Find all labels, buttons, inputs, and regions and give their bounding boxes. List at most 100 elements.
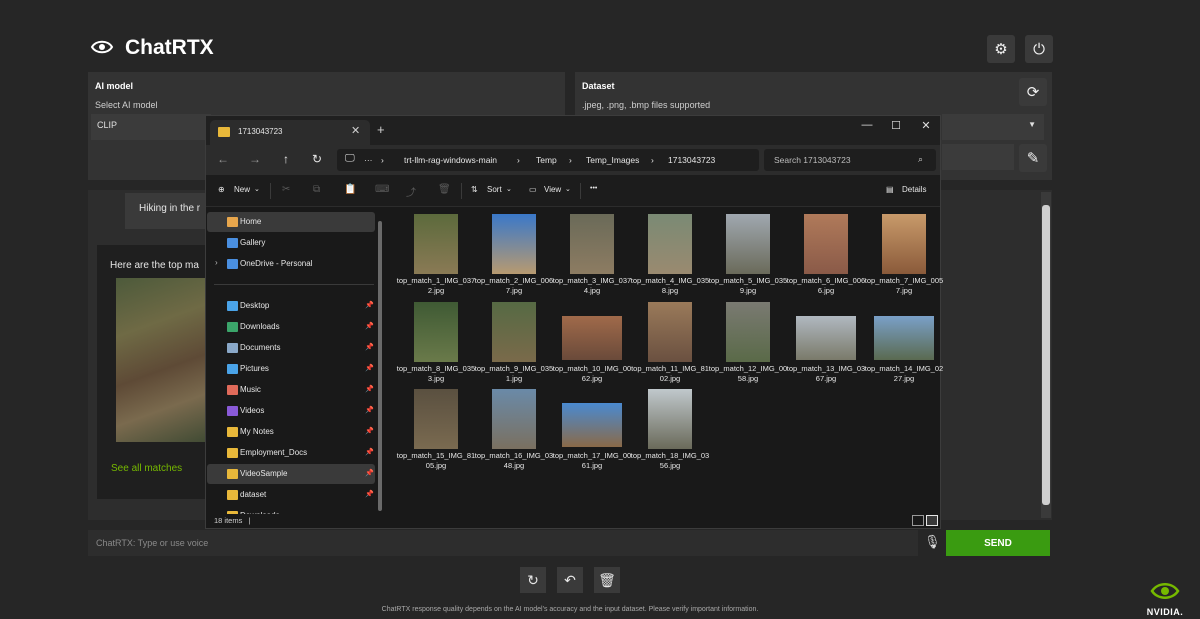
dataset-source-select[interactable]: ▼ <box>942 114 1044 140</box>
close-icon[interactable]: ✕ <box>351 124 360 137</box>
chat-scrollbar-thumb[interactable] <box>1042 205 1050 505</box>
file-name: top_match_8_IMG_0353.jpg <box>396 364 476 383</box>
sidebar-item-music[interactable]: Music 📌 <box>207 380 375 400</box>
sidebar-item-videos[interactable]: Videos 📌 <box>207 401 375 421</box>
see-all-matches-link[interactable]: See all matches <box>111 463 182 474</box>
file-thumbnail[interactable]: top_match_13_IMG_0367.jpg <box>787 302 865 388</box>
settings-button[interactable]: ⚙ <box>987 35 1015 63</box>
copy-icon[interactable]: ⧉ <box>313 184 320 195</box>
sidebar-item-desktop[interactable]: Desktop 📌 <box>207 296 375 316</box>
paste-icon[interactable]: 📋 <box>344 184 356 195</box>
more-options-button[interactable]: ••• <box>590 185 597 192</box>
search-input[interactable]: Search 1713043723 ⌕ <box>764 149 936 171</box>
top-match-preview-image[interactable] <box>116 278 210 442</box>
details-view-toggle-icon[interactable] <box>912 515 924 526</box>
pictures-icon <box>227 364 238 374</box>
file-thumbnail[interactable]: top_match_1_IMG_0372.jpg <box>397 214 475 300</box>
microphone-icon[interactable]: 🎙 <box>924 534 941 552</box>
forward-arrow-icon[interactable]: → <box>246 152 264 168</box>
image-preview <box>882 214 926 274</box>
details-button[interactable]: Details <box>902 185 926 194</box>
dataset-refresh-button[interactable]: ⟳ <box>1019 78 1047 106</box>
file-thumbnail[interactable]: top_match_7_IMG_0057.jpg <box>865 214 943 300</box>
window-close-button[interactable]: ✕ <box>913 119 939 137</box>
dataset-subtitle: .jpeg, .png, .bmp files supported <box>582 100 711 110</box>
file-thumbnail[interactable]: top_match_5_IMG_0359.jpg <box>709 214 787 300</box>
power-button[interactable]: ⏻ <box>1025 35 1053 63</box>
view-button[interactable]: View <box>544 185 561 194</box>
back-arrow-icon[interactable]: ← <box>214 152 232 168</box>
breadcrumb-separator-icon: › <box>517 155 520 165</box>
file-name: top_match_9_IMG_0351.jpg <box>474 364 554 383</box>
file-thumbnail[interactable]: top_match_14_IMG_0227.jpg <box>865 302 943 388</box>
chat-input[interactable]: ChatRTX: Type or use voice <box>88 530 918 556</box>
file-thumbnail[interactable]: top_match_11_IMG_8102.jpg <box>631 302 709 388</box>
file-thumbnail[interactable]: top_match_8_IMG_0353.jpg <box>397 302 475 388</box>
address-bar[interactable]: 🖵 ··· › trt-llm-rag-windows-main › Temp … <box>337 149 759 171</box>
file-thumbnail[interactable]: top_match_18_IMG_0356.jpg <box>631 389 709 475</box>
breadcrumb-item[interactable]: 1713043723 <box>668 155 715 165</box>
breadcrumb-item[interactable]: Temp <box>536 155 557 165</box>
sidebar-item-onedrive-personal[interactable]: › OneDrive - Personal <box>207 254 375 274</box>
sidebar-item-label: Pictures <box>240 364 269 373</box>
nvidia-wordmark: NVIDIA. <box>1146 607 1184 617</box>
pin-icon: 📌 <box>365 323 374 330</box>
file-thumbnail[interactable]: top_match_17_IMG_0061.jpg <box>553 389 631 475</box>
breadcrumb-overflow[interactable]: ··· <box>364 155 373 165</box>
breadcrumb-item[interactable]: trt-llm-rag-windows-main <box>404 155 497 165</box>
file-thumbnail[interactable]: top_match_6_IMG_0066.jpg <box>787 214 865 300</box>
sidebar-item-downloads[interactable]: Downloads 📌 <box>207 317 375 337</box>
sidebar-item-employment-docs[interactable]: Employment_Docs 📌 <box>207 443 375 463</box>
file-thumbnail[interactable]: top_match_15_IMG_8105.jpg <box>397 389 475 475</box>
file-thumbnail[interactable]: top_match_3_IMG_0374.jpg <box>553 214 631 300</box>
file-thumbnail[interactable]: top_match_2_IMG_0067.jpg <box>475 214 553 300</box>
item-count: 18 items | <box>214 516 251 525</box>
sidebar-item-documents[interactable]: Documents 📌 <box>207 338 375 358</box>
delete-button[interactable]: 🗑 <box>594 567 620 593</box>
pin-icon: 📌 <box>365 344 374 351</box>
sidebar-item-videosample[interactable]: VideoSample 📌 <box>207 464 375 484</box>
sidebar-item-downloads[interactable]: Downloads <box>207 506 375 514</box>
large-icons-view-toggle-icon[interactable] <box>926 515 938 526</box>
explorer-tab[interactable]: 1713043723 ✕ <box>210 120 370 145</box>
send-button[interactable]: SEND <box>946 530 1050 556</box>
up-arrow-icon[interactable]: ↑ <box>277 152 295 168</box>
image-preview <box>562 403 622 447</box>
sidebar-item-pictures[interactable]: Pictures 📌 <box>207 359 375 379</box>
new-tab-button[interactable]: + <box>377 122 385 137</box>
undo-button[interactable]: ↶ <box>557 567 583 593</box>
image-preview <box>414 214 458 274</box>
dataset-path-field[interactable] <box>942 144 1014 170</box>
sidebar-item-home[interactable]: Home <box>207 212 375 232</box>
navigation-scrollbar[interactable] <box>378 221 382 511</box>
refresh-icon[interactable]: ↻ <box>308 152 326 168</box>
new-icon: ⊕ <box>218 185 225 194</box>
new-button[interactable]: New <box>234 185 250 194</box>
file-name: top_match_3_IMG_0374.jpg <box>552 276 632 295</box>
file-thumbnail[interactable]: top_match_16_IMG_0348.jpg <box>475 389 553 475</box>
file-thumbnail[interactable]: top_match_12_IMG_0058.jpg <box>709 302 787 388</box>
regenerate-button[interactable]: ↻ <box>520 567 546 593</box>
sidebar-item-label: Desktop <box>240 301 270 310</box>
folder-icon <box>227 469 238 479</box>
maximize-button[interactable]: ☐ <box>883 119 909 137</box>
sidebar-item-my-notes[interactable]: My Notes 📌 <box>207 422 375 442</box>
sidebar-item-gallery[interactable]: Gallery <box>207 233 375 253</box>
file-thumbnail[interactable]: top_match_9_IMG_0351.jpg <box>475 302 553 388</box>
file-thumbnail[interactable]: top_match_4_IMG_0358.jpg <box>631 214 709 300</box>
share-icon[interactable]: ⤴ <box>406 184 416 199</box>
ai-model-select[interactable]: CLIP <box>91 114 211 140</box>
trash-icon[interactable]: 🗑 <box>438 184 451 195</box>
sort-icon: ⇅ <box>471 185 478 194</box>
minimize-button[interactable]: — <box>854 119 880 137</box>
rename-icon[interactable]: ⌨ <box>375 184 389 195</box>
image-preview <box>726 214 770 274</box>
chevron-right-icon[interactable]: › <box>215 258 218 267</box>
cut-icon[interactable]: ✂ <box>282 184 290 195</box>
sidebar-item-dataset[interactable]: dataset 📌 <box>207 485 375 505</box>
file-name: top_match_1_IMG_0372.jpg <box>396 276 476 295</box>
sort-button[interactable]: Sort <box>487 185 502 194</box>
breadcrumb-item[interactable]: Temp_Images <box>586 155 639 165</box>
dataset-edit-button[interactable]: ✎ <box>1019 144 1047 172</box>
file-thumbnail[interactable]: top_match_10_IMG_0062.jpg <box>553 302 631 388</box>
